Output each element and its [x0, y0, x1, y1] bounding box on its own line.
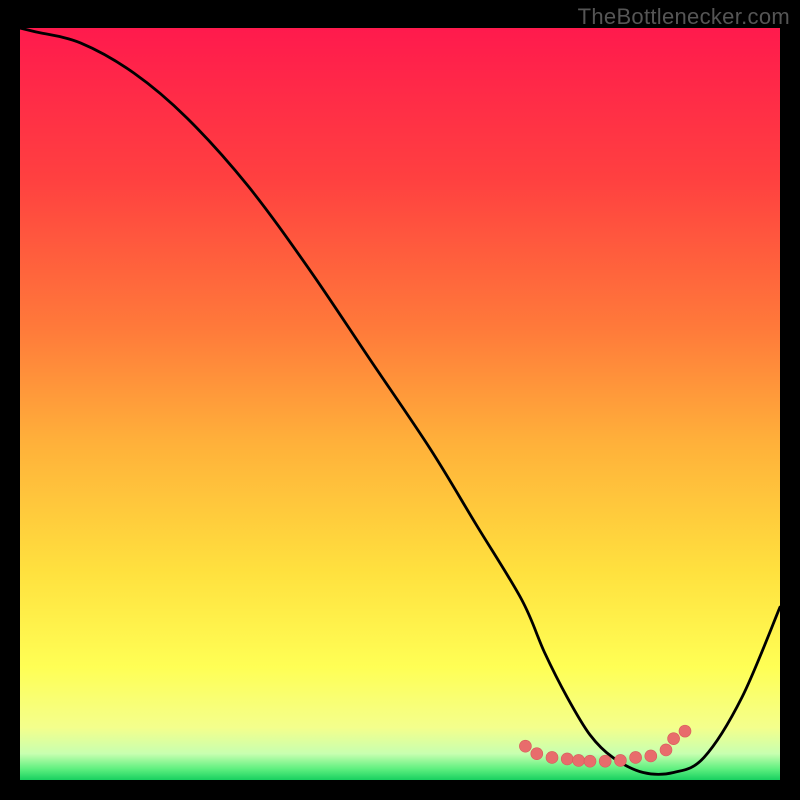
watermark-text: TheBottlenecker.com — [578, 4, 790, 30]
chart-container: TheBottlenecker.com — [0, 0, 800, 800]
gradient-background — [20, 28, 780, 780]
gradient-rect — [20, 28, 780, 780]
plot-frame — [20, 28, 780, 780]
